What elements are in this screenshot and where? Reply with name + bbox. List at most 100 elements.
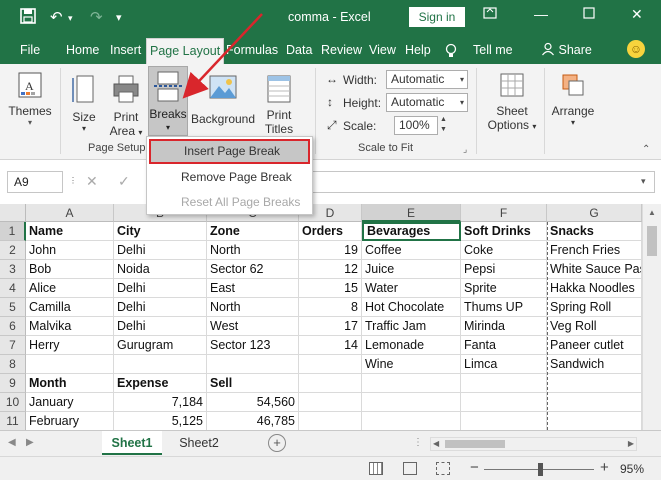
print-titles-button[interactable]: Print Titles [258, 74, 300, 136]
feedback-smiley-icon[interactable]: ☺ [627, 40, 645, 58]
tab-split-handle-icon[interactable]: ⋮ [413, 437, 423, 448]
column-header[interactable]: E [362, 204, 461, 222]
table-cell[interactable]: Fanta [461, 336, 547, 355]
hscroll-thumb[interactable] [445, 440, 505, 448]
table-cell[interactable]: North [207, 298, 299, 317]
table-cell[interactable]: Delhi [114, 298, 207, 317]
table-cell[interactable]: 19 [299, 241, 362, 260]
table-cell[interactable] [461, 393, 547, 412]
save-icon[interactable] [20, 8, 36, 28]
table-cell[interactable]: Hakka Noodles [547, 279, 642, 298]
table-cell[interactable]: Bevarages [362, 222, 461, 241]
table-cell[interactable]: Sector 62 [207, 260, 299, 279]
table-cell[interactable]: Limca [461, 355, 547, 374]
size-button[interactable]: Size ▾ [68, 74, 100, 133]
table-cell[interactable]: 14 [299, 336, 362, 355]
sign-in-button[interactable]: Sign in [409, 7, 465, 27]
row-header[interactable]: 3 [0, 260, 26, 279]
table-cell[interactable]: Coke [461, 241, 547, 260]
table-cell[interactable]: 12 [299, 260, 362, 279]
table-cell[interactable]: Orders [299, 222, 362, 241]
expand-formula-bar-icon[interactable]: ▾ [641, 176, 646, 187]
table-cell[interactable] [114, 355, 207, 374]
tab-file[interactable]: File [20, 36, 40, 64]
breaks-button[interactable]: Breaks ▾ [148, 66, 188, 136]
table-cell[interactable]: Hot Chocolate [362, 298, 461, 317]
column-header[interactable]: F [461, 204, 547, 222]
table-cell[interactable] [362, 393, 461, 412]
table-cell[interactable]: Thums UP [461, 298, 547, 317]
select-all-corner[interactable] [0, 204, 26, 222]
scale-spinner[interactable]: 100% [394, 116, 438, 135]
zoom-out-icon[interactable]: − [470, 459, 479, 476]
print-area-button[interactable]: Print Area ▾ [104, 74, 148, 138]
scroll-up-icon[interactable]: ▲ [648, 208, 656, 217]
width-select[interactable]: Automatic ▾ [386, 70, 468, 89]
table-cell[interactable]: Zone [207, 222, 299, 241]
vertical-scrollbar[interactable]: ▲ [642, 204, 661, 430]
row-header[interactable]: 1 [0, 222, 26, 241]
table-cell[interactable]: Delhi [114, 317, 207, 336]
table-cell[interactable] [547, 412, 642, 430]
table-cell[interactable]: 8 [299, 298, 362, 317]
table-cell[interactable]: February [26, 412, 114, 430]
table-cell[interactable]: Sell [207, 374, 299, 393]
table-cell[interactable]: Noida [114, 260, 207, 279]
table-cell[interactable]: 54,560 [207, 393, 299, 412]
tell-me-search[interactable]: Tell me [473, 36, 513, 64]
minimize-icon[interactable]: — [534, 6, 548, 22]
table-cell[interactable]: Delhi [114, 279, 207, 298]
table-cell[interactable]: West [207, 317, 299, 336]
table-cell[interactable]: Snacks [547, 222, 642, 241]
tab-home[interactable]: Home [66, 36, 99, 64]
table-cell[interactable]: 46,785 [207, 412, 299, 430]
table-cell[interactable]: Pepsi [461, 260, 547, 279]
table-cell[interactable]: Alice [26, 279, 114, 298]
table-cell[interactable]: Bob [26, 260, 114, 279]
table-cell[interactable]: Sector 123 [207, 336, 299, 355]
table-cell[interactable] [26, 355, 114, 374]
table-cell[interactable]: Mirinda [461, 317, 547, 336]
add-sheet-icon[interactable]: + [268, 434, 286, 452]
scroll-tabs-left-icon[interactable]: ◀ [8, 437, 16, 448]
table-cell[interactable]: Wine [362, 355, 461, 374]
collapse-ribbon-icon[interactable]: ⌃ [642, 144, 650, 155]
close-icon[interactable]: ✕ [631, 6, 643, 23]
sheet-tab-sheet2[interactable]: Sheet2 [170, 431, 228, 455]
row-header[interactable]: 2 [0, 241, 26, 260]
table-cell[interactable]: 15 [299, 279, 362, 298]
table-cell[interactable]: Traffic Jam [362, 317, 461, 336]
tab-view[interactable]: View [369, 36, 396, 64]
table-cell[interactable]: French Fries [547, 241, 642, 260]
tab-help[interactable]: Help [405, 36, 431, 64]
table-cell[interactable]: Delhi [114, 241, 207, 260]
scroll-right-icon[interactable]: ▶ [628, 439, 634, 448]
table-cell[interactable]: North [207, 241, 299, 260]
table-cell[interactable]: East [207, 279, 299, 298]
column-header[interactable]: A [26, 204, 114, 222]
table-cell[interactable]: Juice [362, 260, 461, 279]
tab-review[interactable]: Review [321, 36, 362, 64]
row-header[interactable]: 11 [0, 412, 26, 430]
column-header[interactable]: G [547, 204, 642, 222]
scale-spin-arrows-icon[interactable]: ▲ ▼ [440, 115, 447, 135]
table-cell[interactable] [461, 374, 547, 393]
table-cell[interactable]: January [26, 393, 114, 412]
tab-data[interactable]: Data [286, 36, 312, 64]
table-cell[interactable] [547, 374, 642, 393]
row-header[interactable]: 6 [0, 317, 26, 336]
table-cell[interactable]: John [26, 241, 114, 260]
share-button[interactable]: Share [541, 36, 592, 64]
table-cell[interactable] [362, 374, 461, 393]
ribbon-display-icon[interactable] [483, 6, 497, 23]
table-cell[interactable] [547, 393, 642, 412]
table-cell[interactable]: Malvika [26, 317, 114, 336]
table-cell[interactable]: Name [26, 222, 114, 241]
table-cell[interactable]: Sprite [461, 279, 547, 298]
maximize-icon[interactable] [583, 6, 595, 22]
table-cell[interactable]: Veg Roll [547, 317, 642, 336]
table-cell[interactable]: Spring Roll [547, 298, 642, 317]
themes-button[interactable]: A Themes ▾ [8, 70, 52, 127]
table-cell[interactable]: Lemonade [362, 336, 461, 355]
name-box[interactable]: A9 [7, 171, 63, 193]
